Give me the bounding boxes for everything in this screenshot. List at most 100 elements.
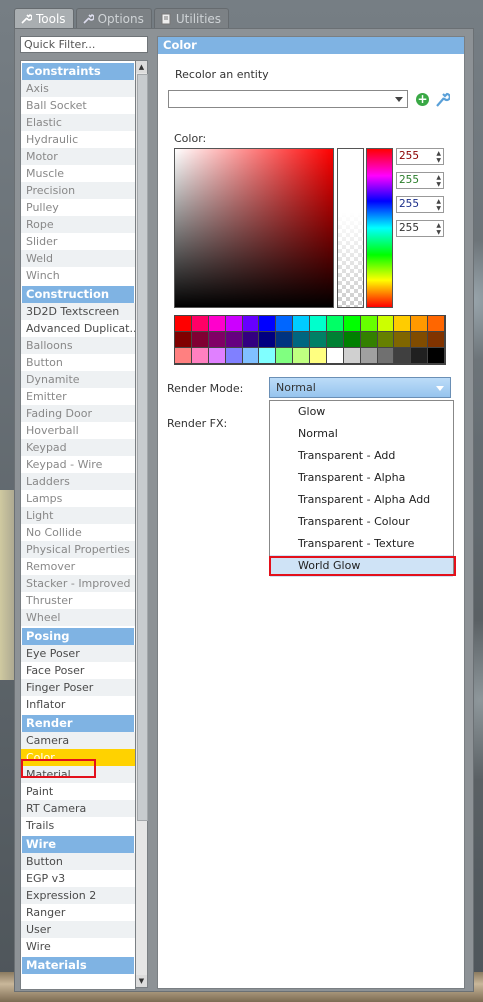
tool-item[interactable]: Advanced Duplicat...: [21, 320, 135, 337]
palette-swatch[interactable]: [191, 348, 209, 364]
palette-swatch[interactable]: [276, 332, 294, 348]
palette-swatch[interactable]: [343, 348, 361, 364]
palette-swatch[interactable]: [259, 316, 277, 332]
tool-item[interactable]: Keypad - Wire: [21, 456, 135, 473]
render-mode-option[interactable]: Transparent - Alpha: [270, 467, 453, 489]
tool-item[interactable]: 3D2D Textscreen: [21, 303, 135, 320]
palette-swatch[interactable]: [394, 348, 412, 364]
tool-item[interactable]: Expression 2: [21, 887, 135, 904]
tool-item[interactable]: Light: [21, 507, 135, 524]
tool-item[interactable]: RT Camera: [21, 800, 135, 817]
tool-item[interactable]: Axis: [21, 80, 135, 97]
palette-swatch[interactable]: [326, 348, 344, 364]
palette-swatch[interactable]: [360, 316, 378, 332]
palette-swatch[interactable]: [411, 316, 429, 332]
palette-swatch[interactable]: [360, 348, 378, 364]
palette-swatch[interactable]: [276, 316, 294, 332]
tool-item[interactable]: Button: [21, 354, 135, 371]
tool-item[interactable]: Material: [21, 766, 135, 783]
palette-swatch[interactable]: [377, 316, 395, 332]
palette-swatch[interactable]: [293, 332, 310, 348]
tool-item[interactable]: Muscle: [21, 165, 135, 182]
palette-swatch[interactable]: [428, 316, 445, 332]
tool-list-scrollbar[interactable]: ▲ ▼: [135, 60, 148, 988]
palette-swatch[interactable]: [242, 348, 260, 364]
tool-item[interactable]: Rope: [21, 216, 135, 233]
tool-item[interactable]: Slider: [21, 233, 135, 250]
tool-item[interactable]: Precision: [21, 182, 135, 199]
hue-slider[interactable]: [366, 148, 393, 308]
tool-item[interactable]: Paint: [21, 783, 135, 800]
tool-item[interactable]: No Collide: [21, 524, 135, 541]
tool-item[interactable]: Weld: [21, 250, 135, 267]
tool-item[interactable]: Pulley: [21, 199, 135, 216]
category-header[interactable]: Posing: [22, 628, 134, 645]
tool-item[interactable]: Hoverball: [21, 422, 135, 439]
render-mode-option[interactable]: Normal: [270, 423, 453, 445]
tool-item[interactable]: Thruster: [21, 592, 135, 609]
palette-swatch[interactable]: [259, 348, 277, 364]
palette-swatch[interactable]: [377, 332, 395, 348]
tab-options[interactable]: Options: [75, 8, 152, 29]
category-header[interactable]: Render: [22, 715, 134, 732]
palette-swatch[interactable]: [276, 348, 294, 364]
wrench-icon[interactable]: [434, 90, 450, 108]
preset-combobox[interactable]: [168, 90, 408, 108]
render-mode-option[interactable]: Transparent - Alpha Add: [270, 489, 453, 511]
palette-swatch[interactable]: [208, 348, 226, 364]
tool-item[interactable]: Physical Properties: [21, 541, 135, 558]
tool-item[interactable]: Color: [21, 749, 135, 766]
render-mode-option[interactable]: Transparent - Add: [270, 445, 453, 467]
palette-swatch[interactable]: [326, 332, 344, 348]
spinner-icon[interactable]: ▲ ▼: [436, 150, 441, 164]
palette-swatch[interactable]: [310, 332, 327, 348]
quick-filter-input[interactable]: Quick Filter...: [20, 36, 148, 53]
palette-swatch[interactable]: [428, 348, 445, 364]
add-preset-icon[interactable]: +: [416, 93, 429, 106]
palette-swatch[interactable]: [377, 348, 395, 364]
palette-swatch[interactable]: [225, 348, 243, 364]
render-mode-select[interactable]: Normal: [269, 377, 451, 398]
palette-swatch[interactable]: [191, 316, 209, 332]
palette-swatch[interactable]: [343, 332, 361, 348]
scroll-down-arrow[interactable]: ▼: [136, 975, 147, 987]
tool-item[interactable]: Elastic: [21, 114, 135, 131]
spinner-icon[interactable]: ▲ ▼: [436, 198, 441, 212]
palette-swatch[interactable]: [310, 348, 327, 364]
palette-swatch[interactable]: [242, 316, 260, 332]
palette-swatch[interactable]: [175, 348, 192, 364]
palette-swatch[interactable]: [310, 316, 327, 332]
palette-swatch[interactable]: [394, 316, 412, 332]
tool-item[interactable]: Emitter: [21, 388, 135, 405]
alpha-slider[interactable]: [337, 148, 364, 308]
render-mode-option[interactable]: Glow: [270, 401, 453, 423]
palette-swatch[interactable]: [343, 316, 361, 332]
palette-swatch[interactable]: [428, 332, 445, 348]
tool-item[interactable]: Wire: [21, 938, 135, 955]
tool-item[interactable]: Finger Poser: [21, 679, 135, 696]
category-header[interactable]: Constraints: [22, 63, 134, 80]
tool-item[interactable]: Dynamite: [21, 371, 135, 388]
tool-item[interactable]: Button: [21, 853, 135, 870]
palette-swatch[interactable]: [208, 316, 226, 332]
tool-item[interactable]: Ladders: [21, 473, 135, 490]
palette-swatch[interactable]: [191, 332, 209, 348]
tool-item[interactable]: Face Poser: [21, 662, 135, 679]
palette-swatch[interactable]: [411, 332, 429, 348]
tab-tools[interactable]: Tools: [14, 8, 74, 29]
saturation-value-picker[interactable]: [174, 148, 334, 308]
tool-item[interactable]: Ranger: [21, 904, 135, 921]
tool-item[interactable]: User: [21, 921, 135, 938]
tool-item[interactable]: Stacker - Improved: [21, 575, 135, 592]
tool-item[interactable]: Lamps: [21, 490, 135, 507]
palette-swatch[interactable]: [411, 348, 429, 364]
palette-swatch[interactable]: [293, 316, 310, 332]
palette-swatch[interactable]: [259, 332, 277, 348]
scrollbar-thumb[interactable]: [137, 74, 148, 821]
rgba-input-green[interactable]: 255 ▲ ▼: [396, 172, 444, 189]
tool-item[interactable]: Keypad: [21, 439, 135, 456]
category-header[interactable]: Wire: [22, 836, 134, 853]
palette-swatch[interactable]: [208, 332, 226, 348]
palette-swatch[interactable]: [225, 332, 243, 348]
render-mode-option[interactable]: Transparent - Texture: [270, 533, 453, 555]
